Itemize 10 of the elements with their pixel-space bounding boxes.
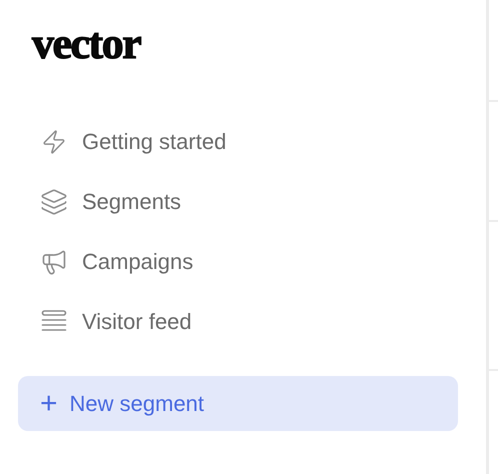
list-icon <box>41 310 67 334</box>
layers-icon <box>40 188 68 216</box>
nav-item[interactable]: Segments <box>18 172 190 232</box>
nav-item[interactable]: Visitor feed <box>18 292 200 352</box>
logo: vector <box>32 24 140 64</box>
new-segment-button[interactable]: + New segment <box>18 376 458 431</box>
nav-item[interactable]: Campaigns <box>18 232 202 292</box>
nav-item[interactable]: Getting started <box>18 112 234 172</box>
lightning-icon <box>41 129 67 155</box>
megaphone-icon <box>40 248 68 276</box>
